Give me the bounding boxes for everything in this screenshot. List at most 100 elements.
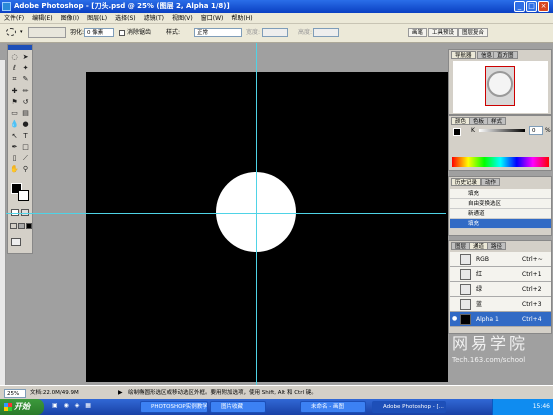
eyedropper-tool-icon[interactable]: ⟋ — [21, 154, 30, 163]
menu-image[interactable]: 图像(I) — [57, 13, 83, 24]
menu-view[interactable]: 视图(V) — [168, 13, 197, 24]
tab-layers[interactable]: 图层 — [451, 242, 471, 250]
zoom-field[interactable]: 25% — [4, 389, 26, 398]
history-item[interactable]: 自由变换选区 — [450, 199, 551, 209]
options-bar: ▾ 羽化: 0 像素 消除锯齿 样式: 正常 宽度: 高度: 画笔 工具预设 图… — [0, 24, 553, 43]
tab-actions[interactable]: 动作 — [481, 178, 501, 186]
tab-channels[interactable]: 通道 — [469, 242, 489, 250]
menu-filter[interactable]: 滤镜(T) — [140, 13, 168, 24]
magic-wand-tool-icon[interactable]: ✦ — [21, 64, 30, 73]
shape-tool-icon[interactable]: □ — [21, 143, 30, 152]
vertical-guide[interactable] — [256, 43, 257, 385]
style-select[interactable]: 正常 — [194, 28, 242, 37]
screen-mode-full-icon[interactable] — [18, 223, 25, 229]
menu-help[interactable]: 帮助(H) — [227, 13, 256, 24]
antialias-checkbox[interactable] — [119, 30, 125, 36]
eye-icon[interactable]: ● — [452, 316, 458, 322]
background-color-swatch[interactable] — [18, 190, 29, 201]
clone-stamp-tool-icon[interactable]: ⚑ — [10, 98, 19, 107]
lasso-tool-icon[interactable]: ℓ — [10, 64, 19, 73]
maximize-button[interactable]: □ — [526, 1, 537, 12]
navigator-circle-thumbnail — [487, 71, 513, 97]
tab-styles[interactable]: 样式 — [487, 117, 507, 125]
eye-icon[interactable] — [452, 271, 458, 277]
channel-row-blue[interactable]: 蓝 Ctrl+3 — [450, 297, 551, 312]
channel-row-green[interactable]: 绿 Ctrl+2 — [450, 282, 551, 297]
tab-history[interactable]: 历史记录 — [451, 178, 482, 186]
toolbox-header[interactable] — [8, 45, 32, 50]
tab-paths[interactable]: 路径 — [487, 242, 507, 250]
history-item[interactable]: 新通道 — [450, 209, 551, 219]
move-tool-icon[interactable]: ➤ — [21, 53, 30, 62]
menu-window[interactable]: 窗口(W) — [197, 13, 228, 24]
close-button[interactable]: × — [538, 1, 549, 12]
menu-edit[interactable]: 编辑(E) — [28, 13, 56, 24]
ellipse-marquee-icon[interactable] — [6, 28, 16, 36]
history-brush-tool-icon[interactable]: ↺ — [21, 98, 30, 107]
type-tool-icon[interactable]: T — [21, 132, 30, 141]
play-icon[interactable]: ▶ — [118, 386, 123, 400]
healing-brush-tool-icon[interactable]: ✚ — [10, 87, 19, 96]
pen-tool-icon[interactable]: ✒ — [10, 143, 19, 152]
selection-mode-buttons[interactable] — [28, 27, 66, 38]
channel-row-alpha[interactable]: ● Alpha 1 Ctrl+4 — [450, 312, 551, 327]
color-ramp[interactable] — [452, 157, 549, 167]
zoom-tool-icon[interactable]: ⚲ — [21, 165, 30, 174]
navigator-panel: 导航器 信息 直方图 — [448, 49, 552, 115]
task-photoshop-tutorial[interactable]: PHOTOSHOP实例教学 — [140, 401, 208, 413]
jump-to-imageready-icon[interactable] — [11, 238, 21, 246]
eye-icon[interactable] — [452, 256, 458, 262]
task-picture-collection[interactable]: 图片收藏 — [210, 401, 266, 413]
navigator-preview[interactable] — [453, 61, 548, 113]
color-k-slider[interactable] — [479, 129, 525, 132]
antialias-label: 消除锯齿 — [127, 29, 152, 36]
notes-tool-icon[interactable]: ▯ — [10, 154, 19, 163]
blur-tool-icon[interactable]: 💧 — [10, 120, 19, 129]
tab-swatches[interactable]: 色板 — [469, 117, 489, 125]
tool-preset-chevron-icon[interactable]: ▾ — [20, 29, 23, 35]
channel-row-rgb[interactable]: RGB Ctrl+~ — [450, 252, 551, 267]
marquee-tool-icon[interactable]: ◌ — [10, 53, 19, 62]
channel-thumbnail — [460, 284, 471, 295]
eye-icon[interactable] — [452, 286, 458, 292]
quick-launch-icons[interactable]: ▣ ◉ ◈ ▦ — [52, 402, 132, 412]
path-selection-tool-icon[interactable]: ↖ — [10, 132, 19, 141]
crop-tool-icon[interactable]: ⌗ — [10, 75, 19, 84]
task-adobe-photoshop[interactable]: Adobe Photoshop - [... — [372, 401, 446, 413]
tab-brushes[interactable]: 画笔 — [408, 28, 428, 37]
channel-thumbnail — [460, 269, 471, 280]
brush-tool-icon[interactable]: ✏ — [21, 87, 30, 96]
hand-tool-icon[interactable]: ✋ — [10, 165, 19, 174]
screen-mode-standard-icon[interactable] — [10, 223, 17, 229]
tab-layer-comps[interactable]: 图层复合 — [458, 28, 489, 37]
menu-file[interactable]: 文件(F) — [0, 13, 28, 24]
feather-input[interactable]: 0 像素 — [84, 28, 114, 37]
channel-shortcut: Ctrl+1 — [522, 271, 542, 278]
width-input[interactable] — [262, 28, 288, 37]
eraser-tool-icon[interactable]: ▭ — [10, 109, 19, 118]
screen-mode-black-icon[interactable] — [26, 223, 32, 229]
height-input[interactable] — [313, 28, 339, 37]
task-paint[interactable]: 未命名 - 画图 — [300, 401, 366, 413]
history-item[interactable]: 填充 — [450, 189, 551, 199]
dodge-tool-icon[interactable]: ● — [21, 120, 30, 129]
channel-row-red[interactable]: 红 Ctrl+1 — [450, 267, 551, 282]
channel-shortcut: Ctrl+~ — [522, 256, 543, 263]
color-k-input[interactable]: 0 — [529, 126, 543, 135]
tab-navigator[interactable]: 导航器 — [451, 51, 476, 59]
menu-select[interactable]: 选择(S) — [111, 13, 140, 24]
photoshop-app-icon[interactable] — [2, 2, 11, 11]
gradient-tool-icon[interactable]: ▤ — [21, 109, 30, 118]
slice-tool-icon[interactable]: ✎ — [21, 75, 30, 84]
tab-tool-presets[interactable]: 工具预设 — [428, 28, 459, 37]
color-fg-swatch[interactable] — [453, 128, 461, 136]
width-label: 宽度: — [246, 29, 261, 36]
eye-icon[interactable] — [452, 301, 458, 307]
history-item-current[interactable]: 填充 — [450, 219, 551, 229]
menu-layer[interactable]: 图层(L) — [83, 13, 111, 24]
horizontal-guide[interactable] — [6, 213, 446, 214]
minimize-button[interactable]: _ — [514, 1, 525, 12]
clock[interactable]: 15:46 — [533, 403, 550, 410]
tab-color[interactable]: 颜色 — [451, 117, 471, 125]
tab-histogram[interactable]: 直方图 — [493, 51, 518, 59]
